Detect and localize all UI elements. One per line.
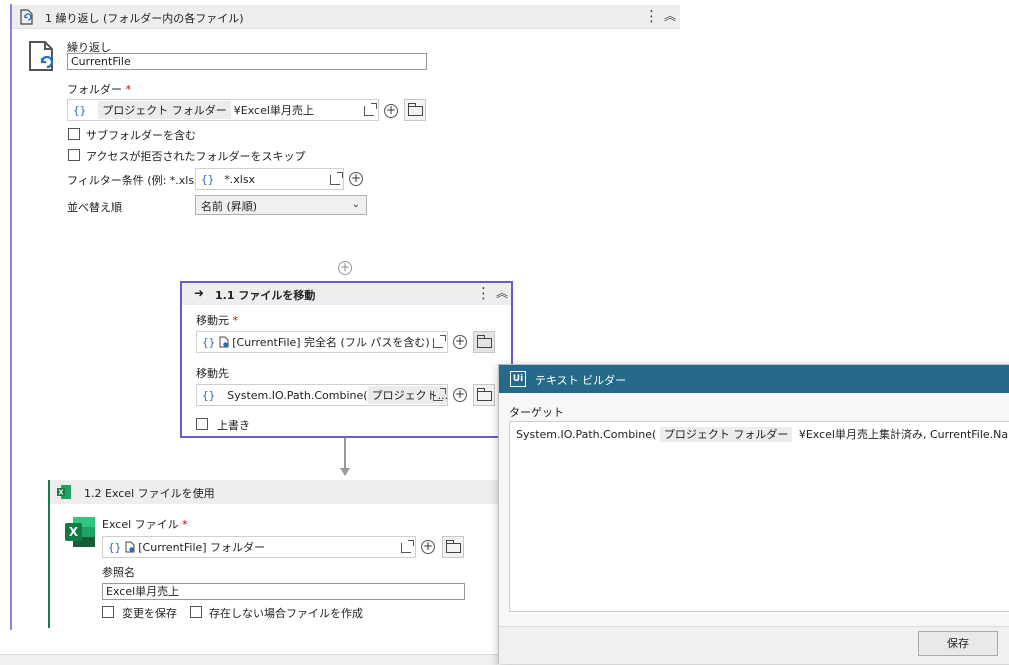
more-options-icon[interactable]: ⋮ bbox=[476, 284, 491, 302]
for-each-file-title: 1 繰り返し (フォルダー内の各ファイル) bbox=[45, 12, 244, 25]
folder-icon bbox=[477, 388, 492, 401]
expression-suffix: ¥Excel単月売上集計済み, CurrentFile.Name) bbox=[798, 428, 1009, 441]
expand-editor-icon[interactable] bbox=[433, 335, 446, 348]
target-label: ターゲット bbox=[509, 406, 564, 419]
folder-expression-field[interactable]: {} プロジェクト フォルダー ¥Excel単月売上 bbox=[67, 99, 379, 121]
browse-excel-button[interactable] bbox=[442, 536, 464, 558]
excel-file-field[interactable]: {} [CurrentFile] フォルダー bbox=[102, 536, 416, 558]
project-folder-chip: プロジェクト フォルダー bbox=[98, 101, 231, 119]
add-variable-button[interactable]: + bbox=[421, 540, 435, 554]
add-activity-button[interactable]: + bbox=[338, 261, 352, 275]
filter-value: *.xlsx bbox=[224, 172, 256, 186]
text-builder-titlebar[interactable]: Ui テキスト ビルダー bbox=[499, 365, 1009, 393]
overwrite-label: 上書き bbox=[217, 419, 250, 432]
file-property-icon bbox=[219, 336, 229, 348]
folder-icon bbox=[477, 335, 492, 348]
sort-order-value: 名前 (昇順) bbox=[201, 200, 258, 213]
reference-name-input[interactable]: Excel単月売上 bbox=[102, 583, 465, 600]
reference-name-label: 参照名 bbox=[102, 566, 135, 579]
connector-arrow-icon bbox=[340, 468, 350, 476]
excel-icon: X bbox=[57, 485, 71, 499]
file-property-icon bbox=[125, 541, 135, 553]
browse-folder-button[interactable] bbox=[404, 99, 426, 121]
excel-icon-letter: X bbox=[69, 525, 79, 539]
excel-file-value: [CurrentFile] フォルダー bbox=[138, 541, 266, 554]
excel-file-label: Excel ファイル * bbox=[102, 518, 188, 531]
use-excel-file-title: 1.2 Excel ファイルを使用 bbox=[84, 487, 215, 500]
filter-expression-field[interactable]: {} *.xlsx bbox=[195, 168, 344, 190]
move-destination-field[interactable]: {} System.IO.Path.Combine( プロジェクト... bbox=[196, 384, 448, 406]
skip-denied-folders-label: アクセスが拒否されたフォルダーをスキップ bbox=[86, 150, 306, 163]
loop-file-icon bbox=[20, 9, 33, 25]
for-each-file-header[interactable]: 1 繰り返し (フォルダー内の各ファイル) ⋮ ︽ bbox=[12, 5, 680, 29]
folder-icon bbox=[446, 540, 461, 553]
use-excel-file-header[interactable]: X 1.2 Excel ファイルを使用 bbox=[50, 480, 508, 504]
collapse-icon[interactable]: ︽ bbox=[664, 8, 676, 24]
move-file-header[interactable]: ➜ 1.1 ファイルを移動 ⋮ ︽ bbox=[182, 283, 511, 305]
expand-editor-icon[interactable] bbox=[364, 103, 377, 116]
folder-path-suffix: ¥Excel単月売上 bbox=[233, 104, 314, 117]
target-expression-line: System.IO.Path.Combine( プロジェクト フォルダー ¥Ex… bbox=[516, 426, 1009, 442]
text-builder-title: テキスト ビルダー bbox=[535, 374, 627, 387]
expression-braces-icon: {} bbox=[73, 103, 87, 117]
browse-destination-button[interactable] bbox=[473, 384, 495, 406]
destination-prefix: System.IO.Path.Combine( bbox=[227, 388, 368, 402]
collapse-icon[interactable]: ︽ bbox=[496, 285, 508, 301]
designer-bottom-bar bbox=[0, 654, 498, 665]
move-source-label: 移動元 * bbox=[196, 314, 238, 327]
include-subfolders-checkbox[interactable] bbox=[68, 128, 80, 140]
chevron-down-icon: ⌄ bbox=[351, 199, 360, 210]
move-source-field[interactable]: {} [CurrentFile] 完全名 (フル パスを含む) bbox=[196, 331, 448, 353]
folder-label: フォルダー * bbox=[67, 83, 131, 96]
add-variable-button[interactable]: + bbox=[349, 172, 363, 186]
sort-order-select[interactable]: 名前 (昇順) ⌄ bbox=[195, 195, 367, 215]
add-variable-button[interactable]: + bbox=[384, 104, 398, 118]
move-source-value: [CurrentFile] 完全名 (フル パスを含む) bbox=[232, 336, 430, 349]
filter-label: フィルター条件 (例: *.xlsx) bbox=[67, 174, 205, 187]
create-if-missing-checkbox[interactable] bbox=[190, 606, 202, 618]
overwrite-checkbox[interactable] bbox=[196, 418, 208, 430]
loop-item-input[interactable]: CurrentFile bbox=[67, 53, 427, 70]
add-variable-button[interactable]: + bbox=[453, 335, 467, 349]
sequence-connector bbox=[344, 438, 346, 470]
expression-braces-icon: {} bbox=[108, 540, 122, 554]
more-options-icon[interactable]: ⋮ bbox=[644, 7, 659, 25]
expand-editor-icon[interactable] bbox=[330, 172, 343, 185]
move-destination-label: 移動先 bbox=[196, 367, 229, 380]
expand-editor-icon[interactable] bbox=[433, 388, 446, 401]
folder-icon bbox=[408, 103, 423, 116]
project-folder-chip: プロジェクト フォルダー bbox=[659, 427, 793, 442]
include-subfolders-label: サブフォルダーを含む bbox=[86, 129, 196, 142]
expression-braces-icon: {} bbox=[202, 388, 216, 402]
skip-denied-folders-checkbox[interactable] bbox=[68, 149, 80, 161]
expression-braces-icon: {} bbox=[201, 172, 215, 186]
target-expression-editor[interactable]: System.IO.Path.Combine( プロジェクト フォルダー ¥Ex… bbox=[509, 421, 1009, 612]
uipath-logo-icon: Ui bbox=[510, 371, 526, 387]
save-button[interactable]: 保存 bbox=[918, 631, 998, 656]
loop-large-icon bbox=[29, 41, 54, 71]
save-changes-checkbox[interactable] bbox=[102, 606, 114, 618]
expression-prefix: System.IO.Path.Combine( bbox=[516, 428, 657, 441]
expression-braces-icon: {} bbox=[202, 335, 216, 349]
move-arrow-icon: ➜ bbox=[194, 286, 205, 300]
excel-icon-letter: X bbox=[58, 489, 64, 497]
expand-editor-icon[interactable] bbox=[401, 540, 414, 553]
excel-large-icon: X bbox=[65, 517, 95, 547]
move-file-title: 1.1 ファイルを移動 bbox=[215, 289, 316, 302]
add-variable-button[interactable]: + bbox=[453, 388, 467, 402]
sort-order-label: 並べ替え順 bbox=[67, 201, 122, 214]
save-changes-label: 変更を保存 bbox=[122, 607, 177, 620]
create-if-missing-label: 存在しない場合ファイルを作成 bbox=[209, 607, 363, 620]
browse-source-button[interactable] bbox=[473, 331, 495, 353]
